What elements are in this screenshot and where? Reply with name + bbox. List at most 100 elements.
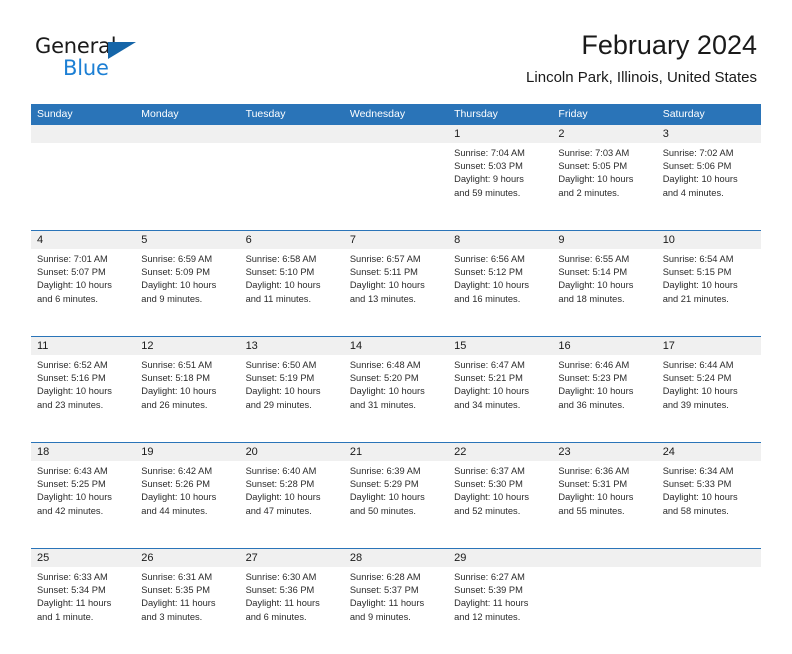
sunrise-text: Sunrise: 7:03 AM xyxy=(558,148,630,158)
day-info: Sunrise: 6:28 AM Sunset: 5:37 PM Dayligh… xyxy=(344,567,448,624)
day-cell[interactable]: Sunrise: 6:39 AM Sunset: 5:29 PM Dayligh… xyxy=(344,461,448,548)
day-cell[interactable]: Sunrise: 6:37 AM Sunset: 5:30 PM Dayligh… xyxy=(448,461,552,548)
daylight-text-line2: and 12 minutes. xyxy=(454,611,521,622)
day-number: 16 xyxy=(558,340,571,352)
day-cell[interactable]: Sunrise: 7:01 AM Sunset: 5:07 PM Dayligh… xyxy=(31,249,135,336)
day-number: 13 xyxy=(245,340,258,352)
daylight-text-line1: Daylight: 10 hours xyxy=(141,386,217,397)
daylight-text-line2: and 23 minutes. xyxy=(37,399,104,410)
day-info: Sunrise: 6:34 AM Sunset: 5:33 PM Dayligh… xyxy=(657,461,761,518)
day-cell[interactable]: Sunrise: 6:44 AM Sunset: 5:24 PM Dayligh… xyxy=(657,355,761,442)
day-info xyxy=(344,143,448,147)
day-number: 15 xyxy=(454,340,467,352)
day-cell[interactable]: Sunrise: 6:58 AM Sunset: 5:10 PM Dayligh… xyxy=(240,249,344,336)
day-number: 18 xyxy=(37,446,50,458)
day-number: 7 xyxy=(349,234,356,246)
day-cell[interactable]: Sunrise: 7:02 AM Sunset: 5:06 PM Dayligh… xyxy=(657,143,761,230)
daylight-text-line1: Daylight: 10 hours xyxy=(454,492,530,503)
title-block: February 2024 Lincoln Park, Illinois, Un… xyxy=(526,30,757,86)
day-number: 24 xyxy=(662,446,675,458)
day-cell[interactable] xyxy=(344,143,448,230)
daylight-text-line2: and 55 minutes. xyxy=(558,505,625,516)
day-cell[interactable]: Sunrise: 6:46 AM Sunset: 5:23 PM Dayligh… xyxy=(552,355,656,442)
day-info: Sunrise: 7:02 AM Sunset: 5:06 PM Dayligh… xyxy=(657,143,761,200)
day-cell[interactable]: Sunrise: 6:56 AM Sunset: 5:12 PM Dayligh… xyxy=(448,249,552,336)
day-cell[interactable] xyxy=(657,567,761,654)
day-cell[interactable]: Sunrise: 6:28 AM Sunset: 5:37 PM Dayligh… xyxy=(344,567,448,654)
day-number: 29 xyxy=(454,552,467,564)
day-cell[interactable]: Sunrise: 7:03 AM Sunset: 5:05 PM Dayligh… xyxy=(552,143,656,230)
daylight-text-line1: Daylight: 10 hours xyxy=(245,492,321,503)
day-number: 4 xyxy=(37,234,44,246)
day-cell[interactable]: Sunrise: 6:43 AM Sunset: 5:25 PM Dayligh… xyxy=(31,461,135,548)
weekday-thursday: Thursday xyxy=(454,108,498,120)
day-cell[interactable]: Sunrise: 6:36 AM Sunset: 5:31 PM Dayligh… xyxy=(552,461,656,548)
sunset-text: Sunset: 5:11 PM xyxy=(349,267,418,278)
day-cell[interactable]: Sunrise: 6:42 AM Sunset: 5:26 PM Dayligh… xyxy=(135,461,239,548)
daylight-text-line1: Daylight: 10 hours xyxy=(37,280,112,291)
day-cell[interactable]: Sunrise: 6:54 AM Sunset: 5:15 PM Dayligh… xyxy=(657,249,761,336)
sunrise-text: Sunrise: 6:52 AM xyxy=(37,360,108,370)
daylight-text-line2: and 3 minutes. xyxy=(141,611,203,622)
sunset-text: Sunset: 5:14 PM xyxy=(558,267,628,278)
day-cell[interactable]: Sunrise: 6:33 AM Sunset: 5:34 PM Dayligh… xyxy=(31,567,135,654)
week-cells: Sunrise: 6:52 AM Sunset: 5:16 PM Dayligh… xyxy=(31,355,761,442)
day-number xyxy=(31,125,135,143)
sunrise-text: Sunrise: 6:39 AM xyxy=(349,466,421,476)
page-header: General Blue February 2024 Lincoln Park,… xyxy=(0,0,792,104)
sunset-text: Sunset: 5:07 PM xyxy=(37,267,106,278)
sunset-text: Sunset: 5:10 PM xyxy=(245,267,315,278)
day-cell[interactable]: Sunrise: 6:59 AM Sunset: 5:09 PM Dayligh… xyxy=(135,249,239,336)
daylight-text-line1: Daylight: 10 hours xyxy=(454,386,530,397)
day-cell[interactable]: Sunrise: 6:27 AM Sunset: 5:39 PM Dayligh… xyxy=(448,567,552,654)
day-cell[interactable]: Sunrise: 6:48 AM Sunset: 5:20 PM Dayligh… xyxy=(344,355,448,442)
day-cell[interactable]: Sunrise: 6:57 AM Sunset: 5:11 PM Dayligh… xyxy=(344,249,448,336)
daylight-text-line2: and 58 minutes. xyxy=(662,505,729,516)
week-cells: Sunrise: 6:33 AM Sunset: 5:34 PM Dayligh… xyxy=(31,567,761,654)
day-cell[interactable]: Sunrise: 6:55 AM Sunset: 5:14 PM Dayligh… xyxy=(552,249,656,336)
daylight-text-line2: and 1 minute. xyxy=(37,611,94,622)
day-cell[interactable] xyxy=(135,143,239,230)
day-info: Sunrise: 6:57 AM Sunset: 5:11 PM Dayligh… xyxy=(344,249,448,306)
daylight-text-line2: and 42 minutes. xyxy=(37,505,104,516)
sunset-text: Sunset: 5:09 PM xyxy=(141,267,211,278)
daylight-text-line1: Daylight: 11 hours xyxy=(349,598,425,609)
daylight-text-line1: Daylight: 9 hours xyxy=(454,174,524,185)
daylight-text-line1: Daylight: 10 hours xyxy=(245,386,321,397)
week-cells: Sunrise: 7:04 AM Sunset: 5:03 PM Dayligh… xyxy=(31,143,761,230)
day-cell[interactable] xyxy=(552,567,656,654)
day-cell[interactable]: Sunrise: 6:31 AM Sunset: 5:35 PM Dayligh… xyxy=(135,567,239,654)
day-cell[interactable]: Sunrise: 7:04 AM Sunset: 5:03 PM Dayligh… xyxy=(448,143,552,230)
sunrise-text: Sunrise: 6:57 AM xyxy=(349,254,421,264)
day-cell[interactable]: Sunrise: 6:40 AM Sunset: 5:28 PM Dayligh… xyxy=(240,461,344,548)
sunset-text: Sunset: 5:39 PM xyxy=(454,585,523,596)
day-cell[interactable]: Sunrise: 6:51 AM Sunset: 5:18 PM Dayligh… xyxy=(135,355,239,442)
day-info: Sunrise: 6:31 AM Sunset: 5:35 PM Dayligh… xyxy=(135,567,239,624)
daylight-text-line1: Daylight: 10 hours xyxy=(141,492,217,503)
weekday-wednesday: Wednesday xyxy=(349,108,406,120)
day-info: Sunrise: 7:01 AM Sunset: 5:07 PM Dayligh… xyxy=(31,249,135,306)
sunset-text: Sunset: 5:25 PM xyxy=(37,479,106,490)
day-info: Sunrise: 6:52 AM Sunset: 5:16 PM Dayligh… xyxy=(31,355,135,412)
sunset-text: Sunset: 5:36 PM xyxy=(245,585,315,596)
day-number xyxy=(135,125,239,143)
day-info xyxy=(240,143,344,147)
day-info: Sunrise: 7:04 AM Sunset: 5:03 PM Dayligh… xyxy=(448,143,552,200)
sunset-text: Sunset: 5:30 PM xyxy=(454,479,523,490)
daylight-text-line2: and 31 minutes. xyxy=(349,399,416,410)
day-cell[interactable]: Sunrise: 6:52 AM Sunset: 5:16 PM Dayligh… xyxy=(31,355,135,442)
daylight-text-line1: Daylight: 10 hours xyxy=(245,280,321,291)
sunrise-text: Sunrise: 6:58 AM xyxy=(245,254,317,264)
sunrise-text: Sunrise: 6:40 AM xyxy=(245,466,317,476)
generalblue-logo[interactable]: General Blue xyxy=(35,36,155,84)
sunset-text: Sunset: 5:24 PM xyxy=(662,373,732,384)
day-cell[interactable]: Sunrise: 6:47 AM Sunset: 5:21 PM Dayligh… xyxy=(448,355,552,442)
day-cell[interactable] xyxy=(31,143,135,230)
day-cell[interactable]: Sunrise: 6:34 AM Sunset: 5:33 PM Dayligh… xyxy=(657,461,761,548)
day-cell[interactable]: Sunrise: 6:30 AM Sunset: 5:36 PM Dayligh… xyxy=(240,567,344,654)
week-row: 11 12 13 14 15 16 17 Sunrise: 6:52 AM Su… xyxy=(31,336,761,442)
day-cell[interactable]: Sunrise: 6:50 AM Sunset: 5:19 PM Dayligh… xyxy=(240,355,344,442)
day-cell[interactable] xyxy=(240,143,344,230)
day-info xyxy=(552,567,656,571)
sunset-text: Sunset: 5:12 PM xyxy=(454,267,523,278)
